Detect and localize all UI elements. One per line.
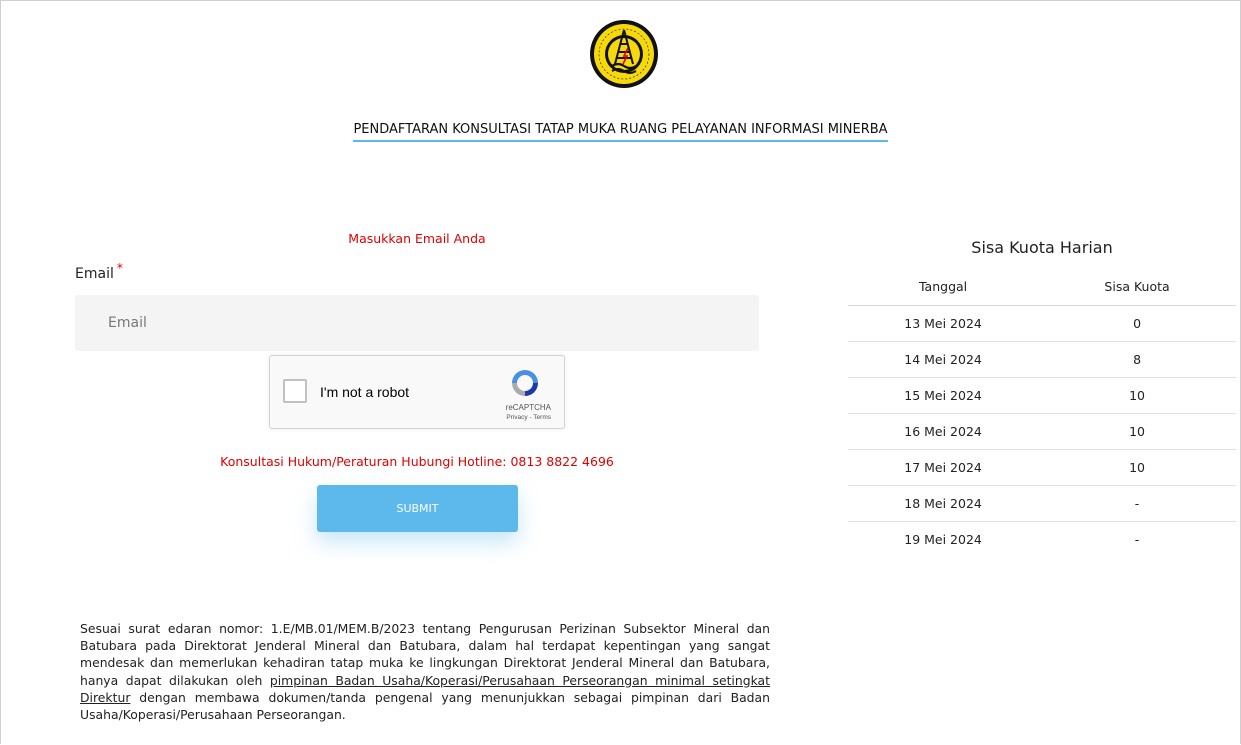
required-mark: * (116, 261, 123, 275)
quota-date: 13 Mei 2024 (848, 305, 1039, 342)
quota-date: 16 Mei 2024 (848, 413, 1039, 450)
notice-part2: dengan membawa dokumen/tanda pengenal ya… (80, 689, 770, 723)
quota-date: 19 Mei 2024 (904, 532, 982, 547)
quota-header-remaining: Sisa Kuota (1038, 268, 1236, 306)
notice-paragraph: Sesuai surat edaran nomor: 1.E/MB.01/MEM… (80, 620, 770, 723)
quota-remaining: 10 (1038, 449, 1236, 486)
recaptcha-brand: reCAPTCHA (505, 403, 551, 412)
quota-table: Tanggal Sisa Kuota 13 Mei 2024 0 14 Mei … (848, 268, 1236, 557)
quota-remaining: 8 (1038, 341, 1236, 378)
quota-date: 14 Mei 2024 (848, 341, 1039, 378)
page-title: PENDAFTARAN KONSULTASI TATAP MUKA RUANG … (0, 122, 1241, 142)
quota-header-date: Tanggal (848, 268, 1039, 306)
table-row: 17 Mei 2024 10 (848, 449, 1236, 486)
hotline-text: Konsultasi Hukum/Peraturan Hubungi Hotli… (220, 454, 614, 469)
quota-date: 17 Mei 2024 (848, 449, 1039, 486)
email-prompt: Masukkan Email Anda (348, 231, 486, 246)
table-row: 18 Mei 2024 - (848, 485, 1236, 522)
quota-date: 15 Mei 2024 (848, 377, 1039, 414)
recaptcha-checkbox[interactable] (283, 379, 307, 403)
quota-header-row: Tanggal Sisa Kuota (848, 268, 1236, 306)
page-title-text: PENDAFTARAN KONSULTASI TATAP MUKA RUANG … (353, 122, 888, 142)
quota-remaining: 10 (1038, 413, 1236, 450)
quota-remaining: 0 (1038, 305, 1236, 342)
table-row: 14 Mei 2024 8 (848, 341, 1236, 378)
table-row: 16 Mei 2024 10 (848, 413, 1236, 450)
table-row: 13 Mei 2024 0 (848, 305, 1236, 342)
table-row: 15 Mei 2024 10 (848, 377, 1236, 414)
esdm-emblem-icon (590, 20, 658, 88)
table-row: 19 Mei 2024 - (848, 522, 1236, 558)
quota-remaining: - (1038, 485, 1236, 522)
recaptcha-label: I'm not a robot (320, 384, 410, 400)
email-label: Email * (75, 261, 123, 282)
recaptcha-privacy-terms[interactable]: Privacy - Terms (506, 414, 551, 421)
quota-remaining: - (1134, 532, 1140, 547)
quota-date: 18 Mei 2024 (848, 485, 1039, 522)
submit-button[interactable]: SUBMIT (317, 485, 518, 532)
email-label-text: Email (75, 266, 114, 282)
quota-remaining: 10 (1038, 377, 1236, 414)
recaptcha-widget: I'm not a robot reCAPTCHA Privacy - Term… (269, 355, 565, 429)
quota-title: Sisa Kuota Harian (971, 238, 1113, 257)
recaptcha-logo-icon (512, 370, 538, 396)
email-input[interactable] (75, 295, 759, 351)
